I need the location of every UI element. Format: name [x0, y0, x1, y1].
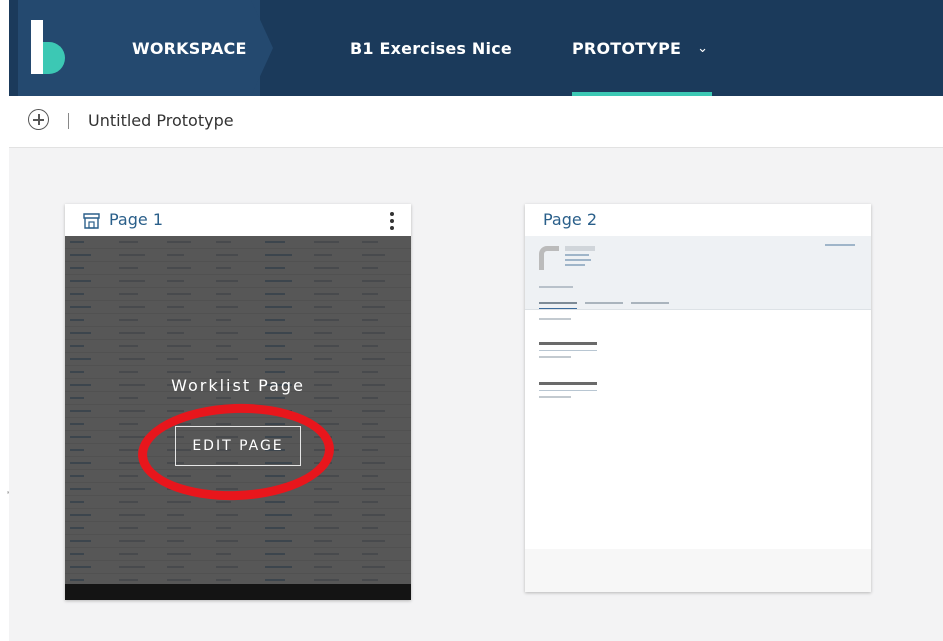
thumbnail-title-bar	[565, 246, 595, 251]
thumbnail-text-line	[539, 356, 571, 358]
page-title[interactable]: Page 1	[109, 210, 163, 229]
thumbnail-section-title	[539, 382, 597, 385]
canvas-left-edge	[0, 0, 9, 641]
breadcrumb-prototype-label: PROTOTYPE	[572, 38, 682, 58]
prototype-title[interactable]: Untitled Prototype	[88, 111, 234, 130]
breadcrumb-project[interactable]: B1 Exercises Nice	[350, 0, 512, 96]
stray-mark: ’	[7, 490, 9, 500]
page-thumbnail[interactable]	[525, 236, 871, 592]
thumbnail-footer-area	[525, 549, 871, 592]
top-nav-bar: WORKSPACE B1 Exercises Nice PROTOTYPE ⌄	[9, 0, 943, 96]
thumbnail-section-rule	[539, 390, 597, 391]
thumbnail-tab	[539, 302, 577, 304]
thumbnail-tab	[585, 302, 623, 304]
page-card-header: Page 1	[65, 204, 411, 236]
page-card-header: Page 2	[525, 204, 871, 236]
thumbnail-section-title	[539, 342, 597, 345]
thumbnail-text-line	[539, 286, 573, 288]
breadcrumb-arrow	[251, 0, 273, 96]
add-page-button[interactable]	[28, 109, 49, 130]
toolbar-divider	[68, 113, 69, 129]
thumbnail-section-rule	[539, 350, 597, 351]
more-options-icon[interactable]	[389, 210, 395, 232]
thumbnail-text-line	[539, 396, 571, 398]
storefront-icon	[83, 213, 100, 229]
thumbnail-text-line	[565, 254, 589, 256]
breadcrumb-workspace[interactable]: WORKSPACE	[132, 0, 247, 96]
page-thumbnail[interactable]: Worklist Page EDIT PAGE	[65, 236, 411, 600]
page-type-label: Worklist Page	[171, 376, 305, 395]
page-card-1[interactable]: Page 1 Worklist Page EDIT PAGE	[65, 204, 411, 600]
thumbnail-text-line	[539, 318, 571, 320]
thumbnail-tabs	[525, 296, 871, 310]
page-card-2[interactable]: Page 2	[525, 204, 871, 592]
chevron-down-icon[interactable]: ⌄	[697, 41, 708, 56]
thumbnail-footer	[65, 584, 411, 600]
app-logo-icon	[31, 20, 65, 74]
thumbnail-text-line	[565, 264, 585, 266]
thumbnail-action-link	[825, 244, 855, 246]
thumbnail-text-line	[565, 259, 591, 261]
avatar-placeholder-icon	[539, 246, 559, 270]
thumbnail-tab	[631, 302, 669, 304]
thumbnail-tab-indicator	[539, 308, 577, 309]
breadcrumb-prototype[interactable]: PROTOTYPE ⌄	[572, 0, 708, 96]
page-title[interactable]: Page 2	[543, 210, 597, 229]
prototype-toolbar: Untitled Prototype	[9, 96, 943, 148]
